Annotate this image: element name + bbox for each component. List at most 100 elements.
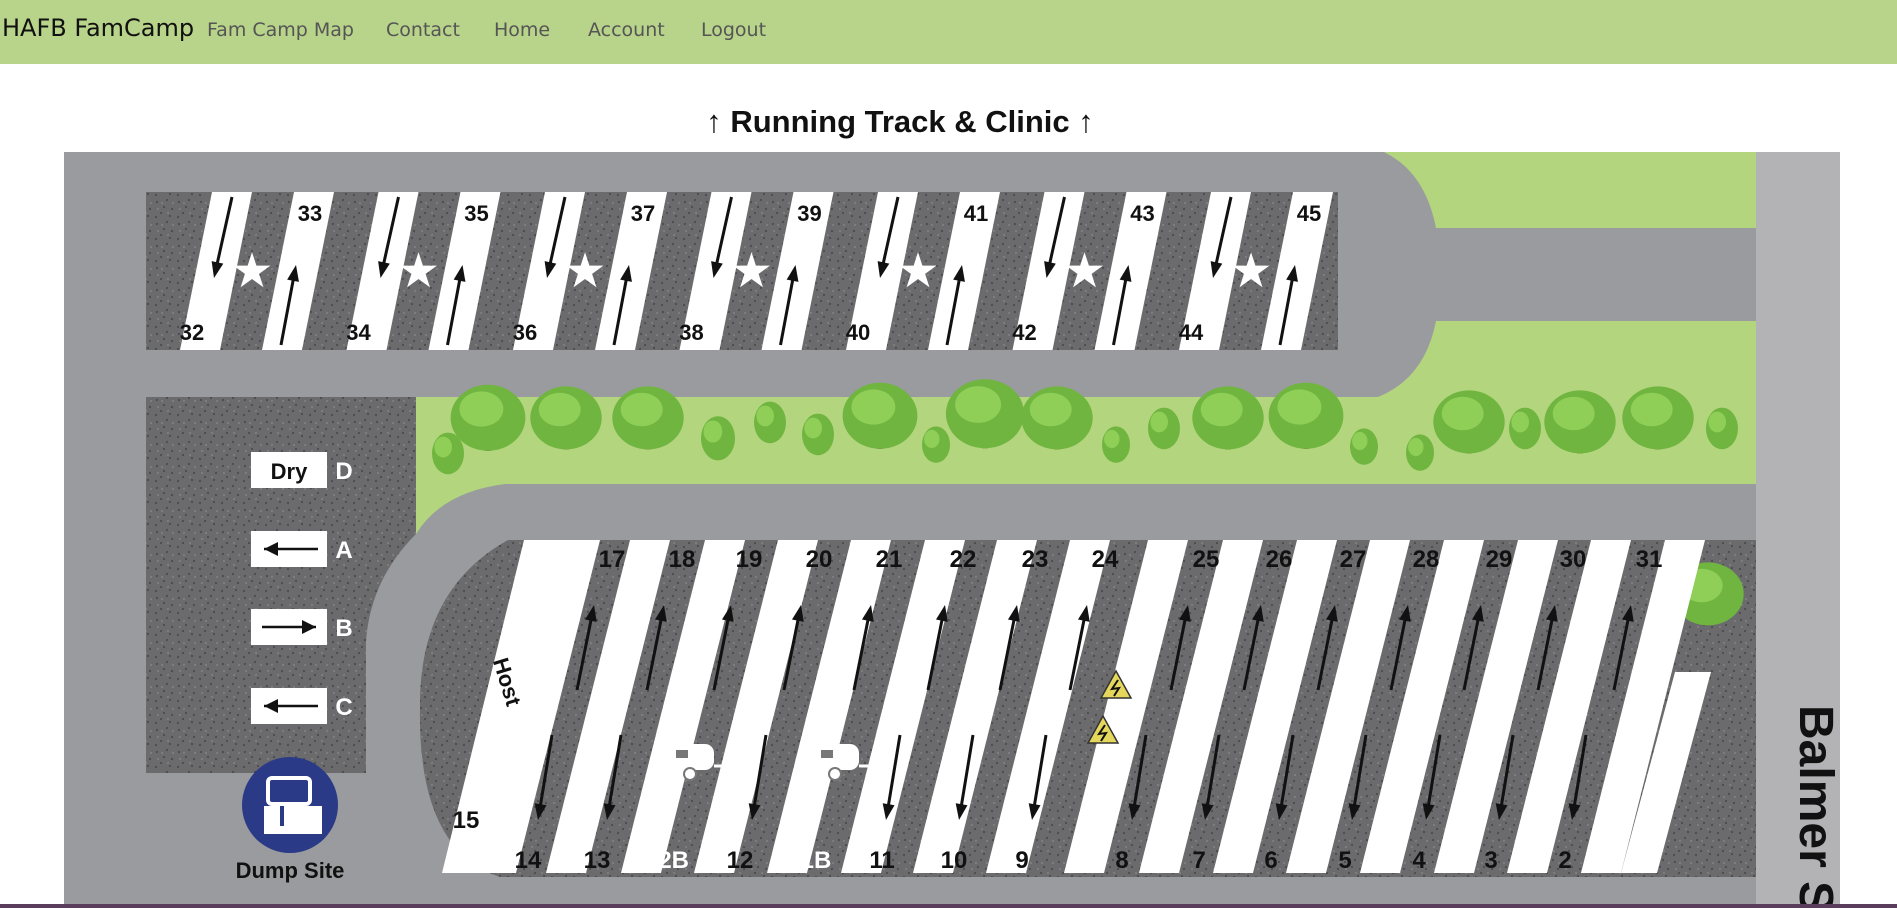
site-label: 41 — [964, 201, 988, 226]
tree-highlight — [1104, 429, 1120, 449]
tree-highlight — [1511, 411, 1529, 433]
tree-highlight — [459, 391, 504, 427]
site-label: 22 — [950, 546, 977, 573]
site-label: 7 — [1192, 847, 1205, 874]
site-label: 40 — [846, 320, 870, 345]
star-icon: ★ — [896, 243, 939, 299]
trailer-window — [821, 750, 833, 758]
star-icon: ★ — [1229, 243, 1272, 299]
tree-highlight — [756, 405, 774, 427]
site-label: 26 — [1266, 546, 1293, 573]
site-label: 33 — [298, 201, 322, 226]
dump-station-icon — [242, 757, 338, 853]
site-label: 17 — [599, 546, 626, 573]
site-label: 30 — [1560, 546, 1587, 573]
site-label: 28 — [1413, 546, 1440, 573]
site-label: 35 — [464, 201, 488, 226]
site-label: 21 — [876, 546, 903, 573]
site-label: 9 — [1015, 847, 1028, 874]
dump-site-label: Dump Site — [236, 858, 345, 883]
site-label: 13 — [584, 847, 611, 874]
star-icon: ★ — [397, 243, 440, 299]
tree-highlight — [620, 392, 663, 427]
site-label: 38 — [679, 320, 703, 345]
tree-icon — [1509, 407, 1541, 450]
tree-highlight — [703, 420, 723, 443]
tree-highlight — [538, 392, 581, 427]
site-label: 14 — [515, 847, 542, 874]
tree-icon — [450, 384, 526, 451]
tree-icon — [754, 401, 786, 444]
site-label: 44 — [1179, 320, 1204, 345]
site-label: 19 — [736, 546, 763, 573]
site-label: 10 — [941, 847, 968, 874]
tree-icon — [612, 386, 684, 450]
tree-icon — [922, 426, 950, 463]
site-label: 32 — [180, 320, 204, 345]
site-label: 20 — [806, 546, 833, 573]
tree-icon — [1433, 390, 1505, 454]
tree-highlight — [924, 429, 940, 449]
site-label: 5 — [1338, 847, 1351, 874]
site-label: 18 — [669, 546, 696, 573]
site-label: 42 — [1012, 320, 1036, 345]
tree-highlight — [851, 389, 896, 425]
tree-icon — [1622, 386, 1694, 450]
star-icon: ★ — [730, 243, 773, 299]
grass-top-right — [1384, 152, 1756, 228]
tree-icon — [1021, 386, 1093, 450]
tree-icon — [1192, 386, 1264, 450]
trailer-wheel — [683, 767, 697, 781]
star-icon: ★ — [1063, 243, 1106, 299]
tree-highlight — [1277, 389, 1322, 425]
trailer-body — [666, 744, 714, 770]
site-label: 43 — [1130, 201, 1154, 226]
site-label: 15 — [453, 807, 480, 834]
legend-letter: D — [335, 458, 352, 485]
tree-highlight — [955, 386, 1002, 423]
tree-icon — [701, 416, 735, 461]
tree-highlight — [1200, 392, 1243, 427]
tree-icon — [1148, 407, 1180, 450]
legend-letter: C — [335, 694, 352, 721]
site-label: 24 — [1092, 546, 1119, 573]
tree-highlight — [434, 436, 453, 458]
site-label: 45 — [1297, 201, 1321, 226]
page-bottom-border — [0, 904, 1897, 908]
legend-box-label: Dry — [271, 459, 308, 484]
tree-icon — [842, 382, 918, 449]
tree-icon — [1268, 382, 1344, 449]
campground-map: ★3233★3435★3637★3839★4041★4243★4445Dry DA… — [64, 152, 1842, 908]
dump-tank — [264, 806, 322, 834]
site-label: 2 — [1558, 847, 1571, 874]
tree-icon — [1544, 390, 1616, 454]
tree-icon — [1706, 407, 1738, 450]
site-label: 39 — [797, 201, 821, 226]
tree-icon — [945, 379, 1025, 449]
site-label: 29 — [1486, 546, 1513, 573]
site-label: 25 — [1193, 546, 1220, 573]
tree-highlight — [1630, 392, 1673, 427]
site-label: 31 — [1636, 546, 1663, 573]
tree-highlight — [1150, 411, 1168, 433]
trailer-window — [676, 750, 688, 758]
site-label: 4 — [1412, 847, 1426, 874]
star-icon: ★ — [230, 243, 273, 299]
site-label: 37 — [631, 201, 655, 226]
tree-icon — [1350, 428, 1378, 465]
tree-icon — [1406, 434, 1434, 471]
site-label: 27 — [1340, 546, 1367, 573]
site-label: 12B — [645, 847, 689, 874]
trailer-body — [811, 744, 859, 770]
legend-letter: B — [335, 615, 352, 642]
tree-highlight — [1708, 411, 1726, 433]
site-label: 3 — [1484, 847, 1497, 874]
legend-letter: A — [335, 537, 352, 564]
tree-highlight — [1029, 392, 1072, 427]
tree-highlight — [1552, 396, 1595, 431]
tree-icon — [802, 413, 834, 456]
tree-highlight — [804, 417, 822, 439]
tree-icon — [1102, 426, 1130, 463]
tree-icon — [530, 386, 602, 450]
star-icon: ★ — [563, 243, 606, 299]
